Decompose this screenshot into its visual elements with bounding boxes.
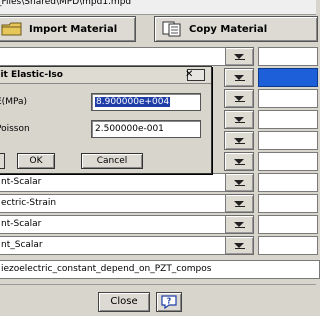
right-field-4[interactable]: [258, 110, 318, 129]
dropdown-button-4[interactable]: [224, 110, 254, 129]
separator: [0, 284, 316, 285]
close-button-label: Close: [110, 296, 138, 307]
help-button[interactable]: ?: [156, 292, 182, 312]
cancel-button-label: Cancel: [96, 156, 128, 166]
right-field-selected[interactable]: [258, 68, 318, 87]
row-text: ectric-Strain: [1, 198, 57, 208]
poisson-input[interactable]: 2.500000e-001: [91, 120, 201, 138]
cancel-button[interactable]: Cancel: [81, 153, 143, 169]
close-icon: ✕: [185, 69, 194, 80]
material-editor-window: _Files\Shared\MPD\mpd1.mpd Import Materi…: [0, 0, 320, 316]
edit-elastic-iso-dialog: dit Elastic-Iso ✕ E(MPa) 8.900000e+004 P…: [0, 66, 212, 174]
right-field-10[interactable]: [258, 236, 318, 255]
dialog-title-bar: dit Elastic-Iso ✕: [0, 67, 211, 84]
e-modulus-input[interactable]: 8.900000e+004: [91, 93, 201, 111]
import-material-label: Import Material: [29, 23, 118, 35]
dropdown-button-8[interactable]: [224, 194, 254, 213]
dropdown-button-1[interactable]: [224, 47, 254, 66]
material-row-field[interactable]: nt-Scalar: [0, 215, 226, 234]
right-field-3[interactable]: [258, 89, 318, 108]
copy-material-label: Copy Material: [189, 23, 268, 35]
row-text: nt-Scalar: [1, 177, 42, 187]
right-field-7[interactable]: [258, 173, 318, 192]
help-icon: ?: [161, 295, 177, 309]
poisson-label: Poisson: [0, 124, 30, 134]
e-modulus-value: 8.900000e+004: [95, 97, 171, 107]
close-button[interactable]: Close: [98, 292, 150, 312]
dropdown-button-2[interactable]: [224, 68, 254, 87]
dropdown-button-5[interactable]: [224, 131, 254, 150]
material-row-field[interactable]: ectric-Strain: [0, 194, 226, 213]
material-row-field[interactable]: nt_Scalar: [0, 236, 226, 255]
row-text: nt_Scalar: [1, 240, 43, 250]
row-text: nt-Scalar: [1, 219, 42, 229]
dialog-close-button[interactable]: ✕: [185, 69, 205, 81]
dialog-button-edge: [0, 153, 5, 169]
file-path-title: _Files\Shared\MPD\mpd1.mpd: [0, 0, 316, 15]
right-field-6[interactable]: [258, 152, 318, 171]
right-field-1[interactable]: [258, 47, 318, 66]
copy-document-icon: [162, 21, 181, 37]
dialog-title: dit Elastic-Iso: [0, 70, 63, 80]
description-text: iezoelectric_constant_depend_on_PZT_comp…: [1, 264, 212, 274]
svg-text:?: ?: [167, 297, 172, 306]
dropdown-button-10[interactable]: [224, 236, 254, 255]
material-row-field[interactable]: [0, 47, 226, 66]
ok-button[interactable]: OK: [17, 153, 55, 169]
import-material-button[interactable]: Import Material: [0, 16, 136, 42]
right-field-5[interactable]: [258, 131, 318, 150]
dropdown-button-7[interactable]: [224, 173, 254, 192]
e-modulus-label: E(MPa): [0, 97, 28, 107]
right-field-8[interactable]: [258, 194, 318, 213]
dropdown-button-9[interactable]: [224, 215, 254, 234]
dropdown-button-3[interactable]: [224, 89, 254, 108]
right-field-9[interactable]: [258, 215, 318, 234]
dropdown-button-6[interactable]: [224, 152, 254, 171]
copy-material-button[interactable]: Copy Material: [154, 16, 318, 42]
file-path-text: _Files\Shared\MPD\mpd1.mpd: [0, 0, 132, 7]
folder-icon: [1, 22, 22, 36]
ok-button-label: OK: [29, 156, 43, 166]
description-field[interactable]: iezoelectric_constant_depend_on_PZT_comp…: [0, 260, 320, 279]
poisson-value: 2.500000e-001: [95, 124, 164, 134]
material-row-field[interactable]: nt-Scalar: [0, 173, 226, 192]
